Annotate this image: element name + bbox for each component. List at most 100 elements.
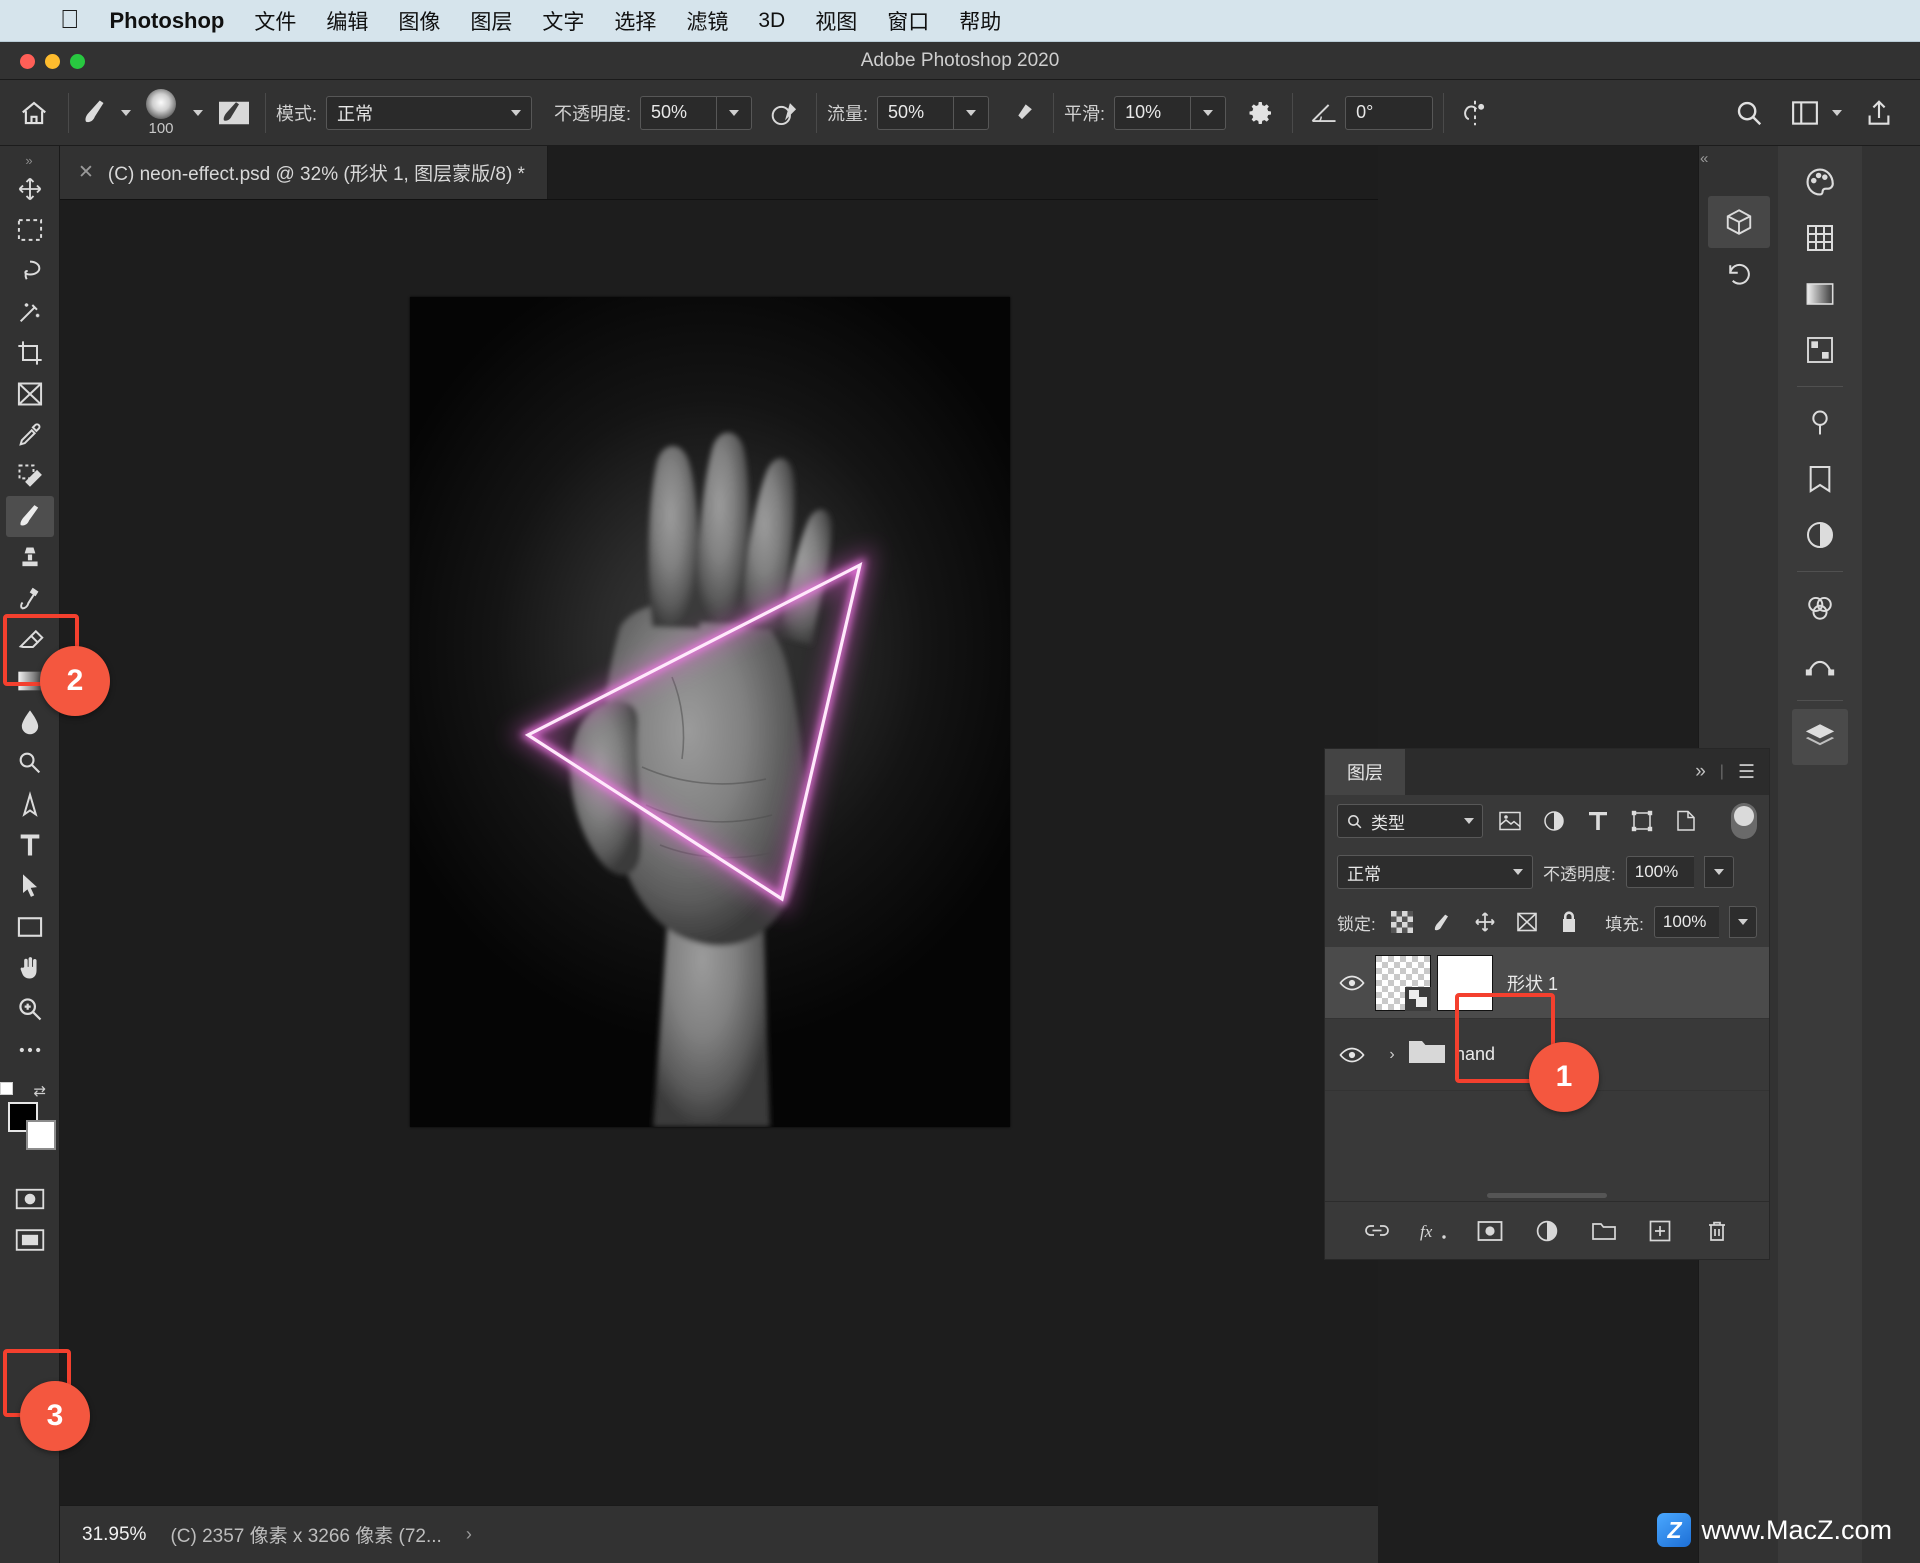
default-colors-icon[interactable]: [0, 1082, 13, 1095]
move-tool[interactable]: [6, 168, 54, 209]
type-tool[interactable]: [6, 824, 54, 865]
frame-tool[interactable]: [6, 373, 54, 414]
brush-tool[interactable]: [5, 496, 54, 537]
chevron-double-right-icon[interactable]: »: [1695, 761, 1706, 783]
chevron-down-icon[interactable]: [1832, 109, 1842, 116]
hand-tool[interactable]: [6, 947, 54, 988]
swap-colors-icon[interactable]: ⇄: [34, 1082, 47, 1100]
paths-panel-icon[interactable]: [1792, 636, 1848, 692]
layers-panel-icon[interactable]: [1792, 709, 1848, 765]
shape-layers-icon[interactable]: [1625, 804, 1659, 838]
rectangle-tool[interactable]: [6, 906, 54, 947]
menu-item-edit[interactable]: 编辑: [326, 6, 368, 36]
menu-item-type[interactable]: 文字: [542, 6, 584, 36]
right-dock-collapse-icon[interactable]: «: [1700, 150, 1708, 167]
layer-fill-stepper[interactable]: [1728, 906, 1758, 938]
layer-thumbnail[interactable]: [1375, 954, 1431, 1011]
menu-item-image[interactable]: 图像: [398, 6, 440, 36]
clone-stamp-tool[interactable]: [6, 537, 54, 578]
more-tools[interactable]: [6, 1029, 54, 1070]
smoothing-input[interactable]: 10%: [1114, 95, 1191, 130]
document-tab[interactable]: ✕ (C) neon-effect.psd @ 32% (形状 1, 图层蒙版/…: [60, 146, 548, 199]
lock-position-icon[interactable]: [1470, 907, 1502, 937]
layer-visibility-toggle[interactable]: [1329, 974, 1375, 992]
dodge-tool[interactable]: [6, 742, 54, 783]
brush-preset-picker[interactable]: [79, 98, 131, 128]
window-controls[interactable]: [20, 54, 85, 69]
properties-panel-icon[interactable]: [1792, 507, 1848, 563]
lock-transparent-pixels-icon[interactable]: [1386, 907, 1418, 937]
chevron-down-icon[interactable]: [193, 109, 203, 116]
layer-style-fx-icon[interactable]: fx: [1414, 1211, 1454, 1251]
toolbar-grip[interactable]: »: [17, 152, 43, 168]
spot-healing-tool[interactable]: [6, 455, 54, 496]
magic-wand-tool[interactable]: [6, 291, 54, 332]
smoothing-stepper[interactable]: [1190, 95, 1227, 130]
maximize-window-button[interactable]: [70, 54, 85, 69]
flow-stepper[interactable]: [953, 95, 990, 130]
layer-name[interactable]: 形状 1: [1507, 970, 1558, 996]
brush-size-preview[interactable]: 100: [133, 88, 189, 137]
new-group-icon[interactable]: [1584, 1211, 1624, 1251]
swatches-panel-icon[interactable]: [1792, 210, 1848, 266]
gradients-panel-icon[interactable]: [1792, 266, 1848, 322]
tab-layers[interactable]: 图层: [1325, 749, 1405, 795]
layer-opacity-input[interactable]: 100%: [1625, 856, 1694, 888]
lock-all-icon[interactable]: [1553, 907, 1585, 937]
history-brush-tool[interactable]: [6, 578, 54, 619]
brush-settings-icon[interactable]: [213, 92, 255, 134]
brush-angle-icon[interactable]: [1303, 92, 1345, 134]
link-layers-icon[interactable]: [1357, 1211, 1397, 1251]
group-disclosure-icon[interactable]: ›: [1381, 1046, 1403, 1064]
adjustment-layers-icon[interactable]: [1537, 804, 1571, 838]
airbrush-icon[interactable]: [1001, 92, 1043, 134]
minimize-window-button[interactable]: [45, 54, 60, 69]
pen-tool[interactable]: [6, 783, 54, 824]
pixel-layers-icon[interactable]: [1493, 804, 1527, 838]
marquee-tool[interactable]: [6, 209, 54, 250]
adjustments-panel-icon[interactable]: [1792, 395, 1848, 451]
home-icon[interactable]: [14, 93, 54, 133]
panel-menu-icon[interactable]: ☰: [1738, 761, 1755, 784]
layer-visibility-toggle[interactable]: [1329, 1046, 1375, 1064]
path-selection-tool[interactable]: [6, 865, 54, 906]
crop-tool[interactable]: [6, 332, 54, 373]
angle-input[interactable]: 0°: [1345, 95, 1434, 130]
menu-item-file[interactable]: 文件: [254, 6, 296, 36]
menu-app-name[interactable]: Photoshop: [110, 8, 225, 34]
symmetry-icon[interactable]: [1454, 92, 1496, 134]
layer-filter-kind-select[interactable]: 类型: [1337, 804, 1483, 838]
3d-panel-icon[interactable]: [1708, 196, 1770, 248]
new-layer-icon[interactable]: [1640, 1211, 1680, 1251]
libraries-panel-icon[interactable]: [1792, 451, 1848, 507]
smart-object-icon[interactable]: [1669, 804, 1703, 838]
menu-item-window[interactable]: 窗口: [887, 6, 929, 36]
menu-item-select[interactable]: 选择: [614, 6, 656, 36]
eyedropper-tool[interactable]: [6, 414, 54, 455]
delete-layer-icon[interactable]: [1697, 1211, 1737, 1251]
menu-item-help[interactable]: 帮助: [959, 6, 1001, 36]
zoom-level[interactable]: 31.95%: [82, 1524, 146, 1546]
layer-opacity-stepper[interactable]: [1703, 856, 1734, 888]
gear-icon[interactable]: [1240, 92, 1282, 134]
menu-item-view[interactable]: 视图: [815, 6, 857, 36]
flow-input[interactable]: 50%: [877, 95, 954, 130]
opacity-stepper[interactable]: [716, 95, 753, 130]
share-icon[interactable]: [1858, 92, 1900, 134]
panel-scrollbar[interactable]: [1325, 1189, 1769, 1201]
patterns-panel-icon[interactable]: [1792, 322, 1848, 378]
add-layer-mask-icon[interactable]: [1470, 1211, 1510, 1251]
menu-item-filter[interactable]: 滤镜: [686, 6, 728, 36]
artboard[interactable]: [410, 297, 1010, 1127]
opacity-input[interactable]: 50%: [640, 95, 717, 130]
lasso-tool[interactable]: [6, 250, 54, 291]
type-layers-icon[interactable]: [1581, 804, 1615, 838]
zoom-tool[interactable]: [6, 988, 54, 1029]
menu-item-3d[interactable]: 3D: [758, 9, 785, 33]
menu-item-layer[interactable]: 图层: [470, 6, 512, 36]
background-color-swatch[interactable]: [25, 1120, 56, 1150]
filter-toggle[interactable]: [1731, 803, 1757, 839]
blur-tool[interactable]: [6, 701, 54, 742]
canvas-area[interactable]: [60, 200, 1378, 1505]
channels-panel-icon[interactable]: [1792, 580, 1848, 636]
